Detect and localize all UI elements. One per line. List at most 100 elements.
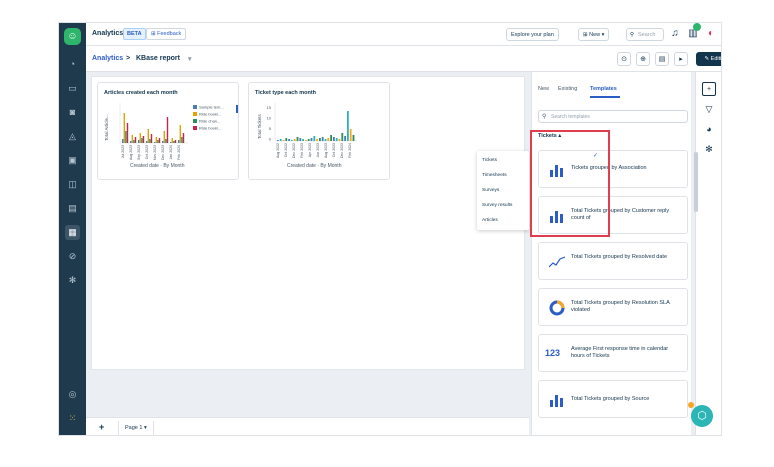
page-tab-bar: + Page 1 ▾ — [86, 417, 529, 435]
analytics-icon[interactable]: ▦ — [65, 225, 80, 240]
search-icon: ⚲ — [630, 32, 635, 38]
legend-swatch — [193, 105, 197, 109]
settings-icon[interactable]: ✻ — [65, 273, 80, 288]
explore-plan-button[interactable]: Explore your plan — [506, 28, 559, 41]
chart-bar — [302, 139, 304, 141]
x-tick-label: Aug 2023 — [324, 143, 328, 158]
chat-icon[interactable]: ◫ — [65, 177, 80, 192]
chart-bar — [288, 139, 290, 141]
contacts-icon[interactable]: ◙ — [65, 105, 80, 120]
tab-new[interactable]: New — [538, 86, 549, 92]
template-panel-scrollbar[interactable] — [694, 152, 698, 212]
app-logo[interactable]: ☺ — [64, 28, 81, 45]
chart-bar — [133, 140, 135, 143]
x-tick-label: Feb 2024 — [348, 143, 352, 158]
feedback-button[interactable]: ⊞ Feedback — [146, 28, 187, 40]
template-card[interactable]: 123 Average First response time in calen… — [538, 334, 688, 372]
chart-bar — [178, 140, 180, 143]
page-title: Analytics — [92, 30, 124, 37]
report-dropdown-chevron[interactable]: ▾ — [188, 55, 192, 63]
tab-page-1[interactable]: Page 1 ▾ — [118, 421, 154, 435]
info-icon[interactable]: ⊕ — [636, 52, 650, 66]
chart-bar — [134, 137, 137, 143]
tab-templates[interactable]: Templates — [590, 86, 617, 92]
breadcrumb-current[interactable]: KBase report — [136, 55, 180, 62]
templates-search-input[interactable]: ⚲ Search templates — [538, 110, 688, 123]
dropdown-item-timesheets[interactable]: Timesheets — [482, 173, 507, 178]
chart-bar — [330, 135, 332, 141]
legend-swatch — [193, 112, 197, 116]
chart-bar — [179, 125, 181, 143]
assistant-fab-icon[interactable]: ⬡ — [691, 405, 713, 427]
theme-icon[interactable]: ◕ — [702, 122, 716, 136]
dropdown-item-survey-results[interactable]: Survey results — [482, 203, 512, 208]
dropdown-item-surveys[interactable]: Surveys — [482, 188, 499, 193]
present-icon[interactable]: ▸ — [674, 52, 688, 66]
template-card[interactable]: Total Tickets grouped by Resolved date — [538, 242, 688, 280]
chart-bar — [123, 113, 125, 143]
solutions-icon[interactable]: ◬ — [65, 129, 80, 144]
x-tick-label: Dec 2023 — [340, 143, 344, 158]
chart-bar — [141, 138, 143, 143]
legend-entry: Ride chan... — [199, 119, 220, 124]
chart-bar — [324, 139, 327, 141]
search-placeholder: Search — [638, 32, 656, 38]
tab-existing[interactable]: Existing — [558, 86, 577, 92]
monitor-icon[interactable]: ▣ — [65, 153, 80, 168]
x-tick-label: Jun 2023 — [316, 143, 320, 157]
breadcrumb-analytics[interactable]: Analytics — [92, 55, 123, 62]
apps-grid-icon[interactable]: ⁙ — [65, 411, 80, 426]
active-tab-indicator — [590, 96, 620, 98]
tickets-icon[interactable]: ▭ — [65, 81, 80, 96]
template-label: Average First response time in calendar … — [571, 346, 669, 359]
status-icon[interactable]: ◐ — [704, 27, 718, 41]
x-tick-label: Aug 2022 — [276, 143, 280, 158]
editing-button[interactable]: ✎ Editing — [696, 52, 721, 66]
template-card[interactable]: Total Tickets grouped by Source — [538, 380, 688, 418]
y-tick-label: 15 — [267, 105, 272, 110]
chart-bar — [352, 135, 355, 141]
add-widget-icon[interactable]: + — [702, 82, 716, 96]
chart-bar — [285, 138, 288, 141]
widget-ticket-type[interactable]: Ticket type each month Total Tickets 15 1… — [248, 82, 390, 180]
highlight-box — [530, 130, 610, 237]
chart-bar — [305, 140, 307, 141]
legend-swatch — [193, 126, 197, 130]
ticket-type-chart: Total Tickets 15 10 5 0 Aug 2022 Oct 2022 Dec… — [257, 103, 357, 169]
help-circle-icon[interactable]: ⊙ — [617, 52, 631, 66]
x-axis-label: Created date · By Month — [130, 163, 185, 169]
assets-icon[interactable]: ▤ — [65, 201, 80, 216]
chart-bar — [126, 123, 129, 143]
chart-bar — [313, 136, 316, 141]
x-tick-label: Jan 2024 — [169, 145, 173, 159]
chart-bar — [170, 142, 172, 143]
chart-bar — [335, 138, 338, 141]
chart-bar — [157, 140, 159, 143]
top-bar: Analytics BETA ⊞ Feedback Explore your p… — [86, 23, 721, 46]
chart-bar — [333, 137, 335, 141]
bell-icon[interactable]: ♫ — [668, 27, 682, 41]
template-label: Total Tickets grouped by Resolved date — [571, 254, 668, 260]
widget-articles-created[interactable]: Articles created each month Total Articl… — [97, 82, 239, 180]
chart-bar — [142, 136, 145, 143]
bar-chart-icon — [550, 395, 563, 407]
notification-badge — [693, 23, 701, 31]
filter-icon[interactable]: ▽ — [702, 102, 716, 116]
chart-bar — [154, 142, 156, 143]
dropdown-item-tickets[interactable]: Tickets — [482, 158, 497, 163]
help-icon[interactable]: ◎ — [65, 387, 80, 402]
x-tick-label: Sep 2023 — [137, 145, 141, 160]
settings-gear-icon[interactable]: ✻ — [702, 142, 716, 156]
template-card[interactable]: Total Tickets grouped by Resolution SLA … — [538, 288, 688, 326]
chart-bar — [277, 140, 279, 141]
add-page-button[interactable]: + — [99, 422, 104, 432]
calendar-icon[interactable]: ▤ — [655, 52, 669, 66]
widget-panel: New Existing Templates ⚲ Search template… — [531, 72, 691, 435]
chart-bar — [166, 117, 169, 143]
explore-icon[interactable]: ⊘ — [65, 249, 80, 264]
search-input[interactable]: ⚲ Search — [626, 28, 664, 41]
dropdown-item-articles[interactable]: Articles — [482, 218, 498, 223]
dashboard-icon[interactable]: ◔ — [65, 57, 80, 72]
new-button[interactable]: ⊞ New ▾ — [578, 28, 610, 41]
chart-bar — [158, 138, 161, 143]
